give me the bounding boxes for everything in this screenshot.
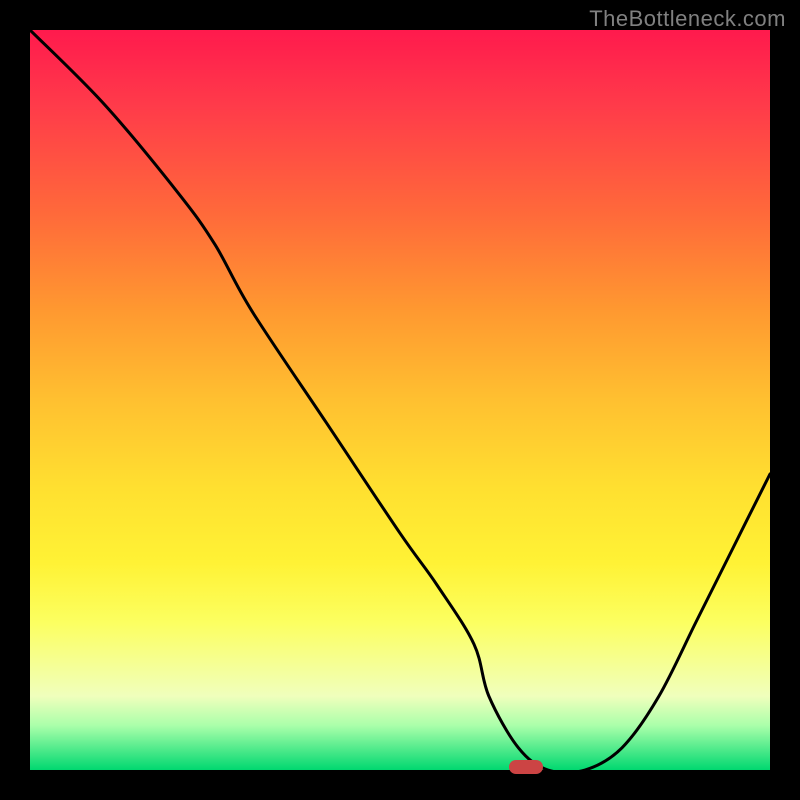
bottleneck-curve-path [30, 30, 770, 770]
optimal-marker-pill [509, 760, 543, 774]
chart-curve-layer [30, 30, 770, 770]
watermark-text: TheBottleneck.com [589, 6, 786, 32]
